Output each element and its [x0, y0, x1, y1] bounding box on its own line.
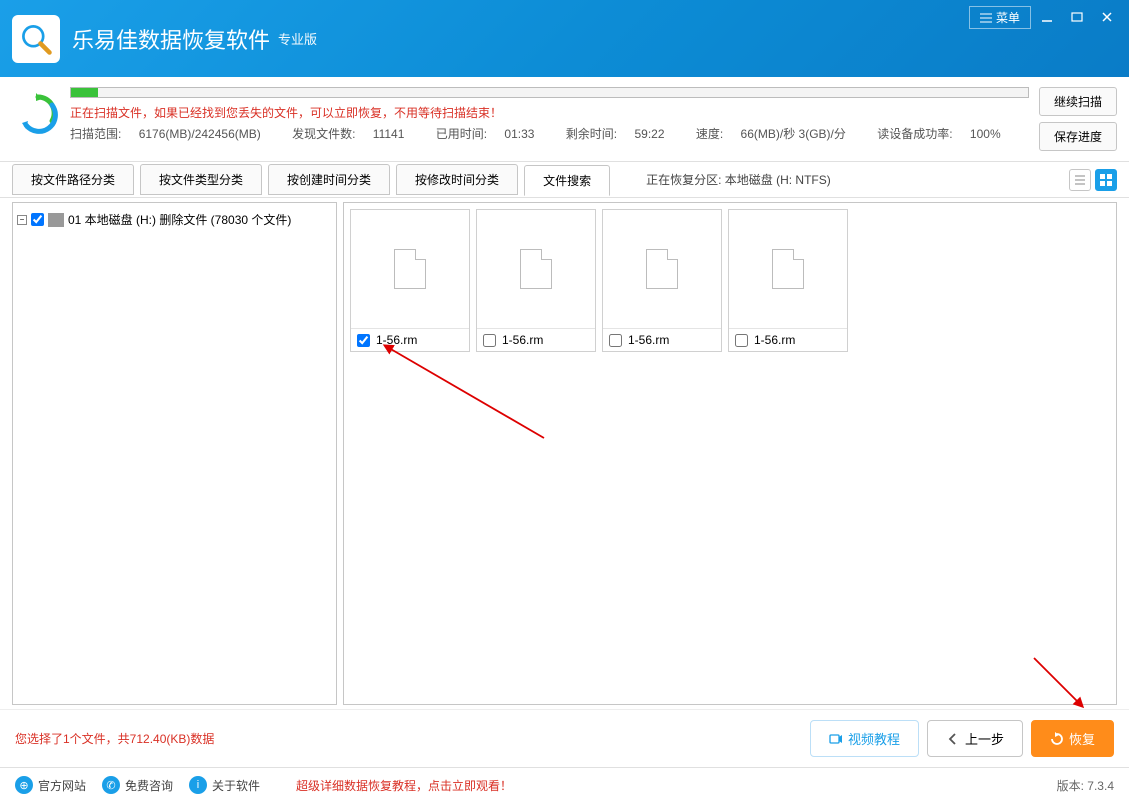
- scan-stats: 扫描范围: 6176(MB)/242456(MB) 发现文件数: 11141 已…: [70, 125, 1029, 142]
- video-tutorial-button[interactable]: 视频教程: [810, 720, 919, 757]
- file-checkbox[interactable]: [357, 334, 370, 347]
- grid-view-button[interactable]: [1095, 169, 1117, 191]
- tab-4[interactable]: 文件搜索: [524, 165, 610, 196]
- official-site-link[interactable]: ⊕官方网站: [15, 776, 86, 794]
- file-grid-pane[interactable]: 1-56.rm 1-56.rm 1-56.rm 1-56.rm: [343, 202, 1117, 705]
- tab-0[interactable]: 按文件路径分类: [12, 164, 134, 195]
- file-thumb: [477, 210, 595, 328]
- file-name: 1-56.rm: [376, 333, 417, 347]
- file-icon: [772, 249, 804, 289]
- title-bar: 乐易佳数据恢复软件 专业版 菜单: [0, 0, 1129, 77]
- minimize-button[interactable]: [1033, 6, 1061, 28]
- file-name: 1-56.rm: [502, 333, 543, 347]
- file-checkbox[interactable]: [483, 334, 496, 347]
- file-name: 1-56.rm: [754, 333, 795, 347]
- close-button[interactable]: [1093, 6, 1121, 28]
- file-checkbox[interactable]: [735, 334, 748, 347]
- file-thumb: [603, 210, 721, 328]
- version-label: 版本: 7.3.4: [1057, 777, 1114, 794]
- app-edition: 专业版: [278, 29, 317, 48]
- tab-3[interactable]: 按修改时间分类: [396, 164, 518, 195]
- file-thumb: [351, 210, 469, 328]
- menu-button[interactable]: 菜单: [969, 6, 1031, 29]
- file-name: 1-56.rm: [628, 333, 669, 347]
- list-view-button[interactable]: [1069, 169, 1091, 191]
- tree-pane[interactable]: − 01 本地磁盘 (H:) 删除文件 (78030 个文件): [12, 202, 337, 705]
- recycle-icon: [12, 87, 64, 139]
- scan-progress-bar: [70, 87, 1029, 98]
- free-consult-link[interactable]: ✆免费咨询: [102, 776, 173, 794]
- file-icon: [646, 249, 678, 289]
- tab-1[interactable]: 按文件类型分类: [140, 164, 262, 195]
- tab-2[interactable]: 按创建时间分类: [268, 164, 390, 195]
- file-card[interactable]: 1-56.rm: [602, 209, 722, 352]
- selection-bar: 您选择了1个文件，共712.40(KB)数据 视频教程 上一步 恢复: [0, 709, 1129, 767]
- about-link[interactable]: i关于软件: [189, 776, 260, 794]
- file-card[interactable]: 1-56.rm: [728, 209, 848, 352]
- file-icon: [520, 249, 552, 289]
- tab-row: 按文件路径分类按文件类型分类按创建时间分类按修改时间分类文件搜索 正在恢复分区:…: [0, 162, 1129, 198]
- info-icon: i: [189, 776, 207, 794]
- tutorial-link[interactable]: 超级详细数据恢复教程，点击立即观看！: [296, 777, 512, 794]
- footer: ⊕官方网站 ✆免费咨询 i关于软件 超级详细数据恢复教程，点击立即观看！ 版本:…: [0, 767, 1129, 802]
- tree-node[interactable]: − 01 本地磁盘 (H:) 删除文件 (78030 个文件): [17, 209, 332, 230]
- scan-status-bar: 正在扫描文件，如果已经找到您丢失的文件，可以立即恢复，不用等待扫描结束！ 扫描范…: [0, 77, 1129, 162]
- scan-message: 正在扫描文件，如果已经找到您丢失的文件，可以立即恢复，不用等待扫描结束！: [70, 104, 1029, 121]
- maximize-button[interactable]: [1063, 6, 1091, 28]
- tree-expand-icon[interactable]: −: [17, 215, 27, 225]
- continue-scan-button[interactable]: 继续扫描: [1039, 87, 1117, 116]
- recover-button[interactable]: 恢复: [1031, 720, 1114, 757]
- previous-step-button[interactable]: 上一步: [927, 720, 1023, 757]
- app-title: 乐易佳数据恢复软件: [72, 23, 270, 55]
- file-icon: [394, 249, 426, 289]
- file-card[interactable]: 1-56.rm: [476, 209, 596, 352]
- selection-text: 您选择了1个文件，共712.40(KB)数据: [15, 730, 214, 747]
- save-progress-button[interactable]: 保存进度: [1039, 122, 1117, 151]
- tree-label: 01 本地磁盘 (H:) 删除文件 (78030 个文件): [68, 211, 291, 228]
- globe-icon: ⊕: [15, 776, 33, 794]
- file-card[interactable]: 1-56.rm: [350, 209, 470, 352]
- file-thumb: [729, 210, 847, 328]
- drive-icon: [48, 213, 64, 227]
- app-logo: [12, 15, 60, 63]
- person-icon: ✆: [102, 776, 120, 794]
- tree-checkbox[interactable]: [31, 213, 44, 226]
- restoring-partition: 正在恢复分区: 本地磁盘 (H: NTFS): [646, 171, 831, 188]
- file-checkbox[interactable]: [609, 334, 622, 347]
